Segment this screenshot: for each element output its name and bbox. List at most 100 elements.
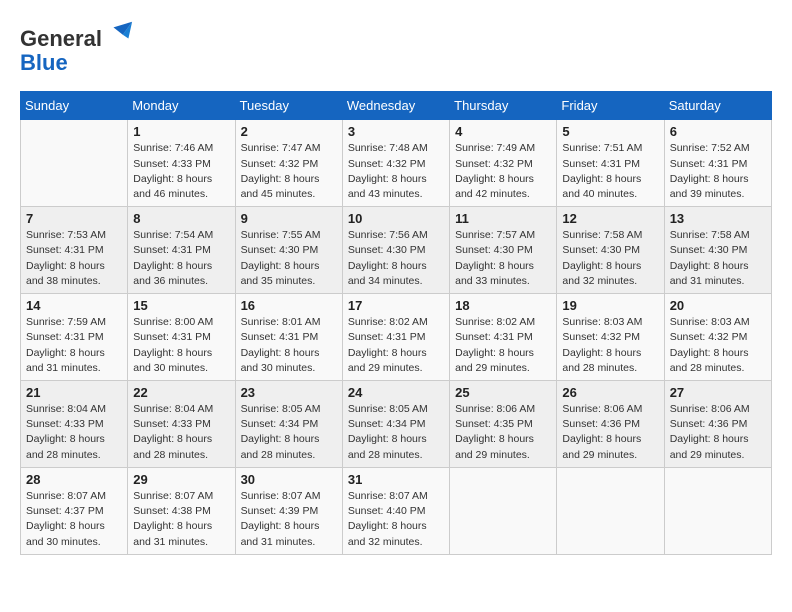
day-info: Sunrise: 7:52 AM Sunset: 4:31 PM Dayligh… xyxy=(670,141,766,202)
calendar-cell: 29 Sunrise: 8:07 AM Sunset: 4:38 PM Dayli… xyxy=(128,467,235,554)
calendar-cell: 27 Sunrise: 8:06 AM Sunset: 4:36 PM Dayli… xyxy=(664,381,771,468)
calendar-cell: 30 Sunrise: 8:07 AM Sunset: 4:39 PM Dayli… xyxy=(235,467,342,554)
day-info: Sunrise: 7:49 AM Sunset: 4:32 PM Dayligh… xyxy=(455,141,551,202)
day-number: 15 xyxy=(133,298,229,313)
day-number: 29 xyxy=(133,472,229,487)
day-info: Sunrise: 8:05 AM Sunset: 4:34 PM Dayligh… xyxy=(348,402,444,463)
calendar-cell xyxy=(21,120,128,207)
calendar-cell: 4 Sunrise: 7:49 AM Sunset: 4:32 PM Daylig… xyxy=(450,120,557,207)
calendar-cell: 13 Sunrise: 7:58 AM Sunset: 4:30 PM Dayli… xyxy=(664,207,771,294)
day-info: Sunrise: 7:57 AM Sunset: 4:30 PM Dayligh… xyxy=(455,228,551,289)
weekday-header: Wednesday xyxy=(342,92,449,120)
day-number: 30 xyxy=(241,472,337,487)
day-number: 19 xyxy=(562,298,658,313)
day-number: 4 xyxy=(455,124,551,139)
day-info: Sunrise: 8:07 AM Sunset: 4:38 PM Dayligh… xyxy=(133,489,229,550)
day-info: Sunrise: 8:06 AM Sunset: 4:35 PM Dayligh… xyxy=(455,402,551,463)
day-info: Sunrise: 8:05 AM Sunset: 4:34 PM Dayligh… xyxy=(241,402,337,463)
day-info: Sunrise: 7:55 AM Sunset: 4:30 PM Dayligh… xyxy=(241,228,337,289)
calendar-cell: 15 Sunrise: 8:00 AM Sunset: 4:31 PM Dayli… xyxy=(128,294,235,381)
day-number: 5 xyxy=(562,124,658,139)
weekday-header: Friday xyxy=(557,92,664,120)
calendar-cell: 7 Sunrise: 7:53 AM Sunset: 4:31 PM Daylig… xyxy=(21,207,128,294)
calendar-cell: 9 Sunrise: 7:55 AM Sunset: 4:30 PM Daylig… xyxy=(235,207,342,294)
calendar-table: SundayMondayTuesdayWednesdayThursdayFrid… xyxy=(20,91,772,554)
calendar-cell: 3Sunrise: 7:48 AM Sunset: 4:32 PM Daylig… xyxy=(342,120,449,207)
calendar-cell: 21Sunrise: 8:04 AM Sunset: 4:33 PM Dayli… xyxy=(21,381,128,468)
day-number: 31 xyxy=(348,472,444,487)
day-number: 6 xyxy=(670,124,766,139)
calendar-cell: 6 Sunrise: 7:52 AM Sunset: 4:31 PM Daylig… xyxy=(664,120,771,207)
weekday-header: Thursday xyxy=(450,92,557,120)
logo-blue: Blue xyxy=(20,50,68,75)
day-number: 12 xyxy=(562,211,658,226)
day-info: Sunrise: 8:00 AM Sunset: 4:31 PM Dayligh… xyxy=(133,315,229,376)
logo-bird-icon xyxy=(106,18,134,46)
day-info: Sunrise: 8:04 AM Sunset: 4:33 PM Dayligh… xyxy=(26,402,122,463)
calendar-cell: 14 Sunrise: 7:59 AM Sunset: 4:31 PM Dayli… xyxy=(21,294,128,381)
calendar-cell: 8Sunrise: 7:54 AM Sunset: 4:31 PM Daylig… xyxy=(128,207,235,294)
day-info: Sunrise: 8:04 AM Sunset: 4:33 PM Dayligh… xyxy=(133,402,229,463)
day-info: Sunrise: 7:59 AM Sunset: 4:31 PM Dayligh… xyxy=(26,315,122,376)
calendar-cell xyxy=(450,467,557,554)
calendar-cell: 5 Sunrise: 7:51 AM Sunset: 4:31 PM Daylig… xyxy=(557,120,664,207)
day-info: Sunrise: 8:01 AM Sunset: 4:31 PM Dayligh… xyxy=(241,315,337,376)
day-number: 13 xyxy=(670,211,766,226)
calendar-cell: 2 Sunrise: 7:47 AM Sunset: 4:32 PM Daylig… xyxy=(235,120,342,207)
day-number: 7 xyxy=(26,211,122,226)
day-info: Sunrise: 8:03 AM Sunset: 4:32 PM Dayligh… xyxy=(670,315,766,376)
day-info: Sunrise: 8:02 AM Sunset: 4:31 PM Dayligh… xyxy=(348,315,444,376)
day-number: 24 xyxy=(348,385,444,400)
calendar-cell xyxy=(664,467,771,554)
day-number: 2 xyxy=(241,124,337,139)
logo: General Blue xyxy=(20,20,134,75)
day-number: 9 xyxy=(241,211,337,226)
day-info: Sunrise: 8:07 AM Sunset: 4:37 PM Dayligh… xyxy=(26,489,122,550)
day-info: Sunrise: 7:46 AM Sunset: 4:33 PM Dayligh… xyxy=(133,141,229,202)
day-info: Sunrise: 7:51 AM Sunset: 4:31 PM Dayligh… xyxy=(562,141,658,202)
day-info: Sunrise: 7:56 AM Sunset: 4:30 PM Dayligh… xyxy=(348,228,444,289)
day-number: 18 xyxy=(455,298,551,313)
calendar-cell: 20 Sunrise: 8:03 AM Sunset: 4:32 PM Dayli… xyxy=(664,294,771,381)
day-info: Sunrise: 8:03 AM Sunset: 4:32 PM Dayligh… xyxy=(562,315,658,376)
day-info: Sunrise: 7:54 AM Sunset: 4:31 PM Dayligh… xyxy=(133,228,229,289)
day-info: Sunrise: 7:47 AM Sunset: 4:32 PM Dayligh… xyxy=(241,141,337,202)
calendar-cell: 23 Sunrise: 8:05 AM Sunset: 4:34 PM Dayli… xyxy=(235,381,342,468)
weekday-header: Sunday xyxy=(21,92,128,120)
calendar-cell: 12 Sunrise: 7:58 AM Sunset: 4:30 PM Dayli… xyxy=(557,207,664,294)
day-info: Sunrise: 7:58 AM Sunset: 4:30 PM Dayligh… xyxy=(562,228,658,289)
day-info: Sunrise: 8:06 AM Sunset: 4:36 PM Dayligh… xyxy=(562,402,658,463)
calendar-cell: 25Sunrise: 8:06 AM Sunset: 4:35 PM Dayli… xyxy=(450,381,557,468)
weekday-header: Monday xyxy=(128,92,235,120)
day-number: 27 xyxy=(670,385,766,400)
day-info: Sunrise: 7:58 AM Sunset: 4:30 PM Dayligh… xyxy=(670,228,766,289)
day-info: Sunrise: 8:07 AM Sunset: 4:39 PM Dayligh… xyxy=(241,489,337,550)
weekday-header: Tuesday xyxy=(235,92,342,120)
day-number: 17 xyxy=(348,298,444,313)
calendar-cell: 16 Sunrise: 8:01 AM Sunset: 4:31 PM Dayli… xyxy=(235,294,342,381)
day-number: 10 xyxy=(348,211,444,226)
weekday-header: Saturday xyxy=(664,92,771,120)
day-info: Sunrise: 8:07 AM Sunset: 4:40 PM Dayligh… xyxy=(348,489,444,550)
day-info: Sunrise: 8:02 AM Sunset: 4:31 PM Dayligh… xyxy=(455,315,551,376)
calendar-cell: 26 Sunrise: 8:06 AM Sunset: 4:36 PM Dayli… xyxy=(557,381,664,468)
day-number: 26 xyxy=(562,385,658,400)
calendar-cell: 1 Sunrise: 7:46 AM Sunset: 4:33 PM Daylig… xyxy=(128,120,235,207)
day-number: 11 xyxy=(455,211,551,226)
day-info: Sunrise: 7:53 AM Sunset: 4:31 PM Dayligh… xyxy=(26,228,122,289)
day-number: 20 xyxy=(670,298,766,313)
calendar-cell: 31 Sunrise: 8:07 AM Sunset: 4:40 PM Dayli… xyxy=(342,467,449,554)
day-number: 22 xyxy=(133,385,229,400)
day-number: 1 xyxy=(133,124,229,139)
day-info: Sunrise: 8:06 AM Sunset: 4:36 PM Dayligh… xyxy=(670,402,766,463)
day-number: 3 xyxy=(348,124,444,139)
calendar-cell: 28 Sunrise: 8:07 AM Sunset: 4:37 PM Dayli… xyxy=(21,467,128,554)
page-header: General Blue xyxy=(20,20,772,75)
day-number: 16 xyxy=(241,298,337,313)
calendar-cell: 10 Sunrise: 7:56 AM Sunset: 4:30 PM Dayli… xyxy=(342,207,449,294)
logo-general: General xyxy=(20,26,102,51)
day-number: 23 xyxy=(241,385,337,400)
day-number: 14 xyxy=(26,298,122,313)
calendar-cell: 24 Sunrise: 8:05 AM Sunset: 4:34 PM Dayli… xyxy=(342,381,449,468)
day-number: 28 xyxy=(26,472,122,487)
